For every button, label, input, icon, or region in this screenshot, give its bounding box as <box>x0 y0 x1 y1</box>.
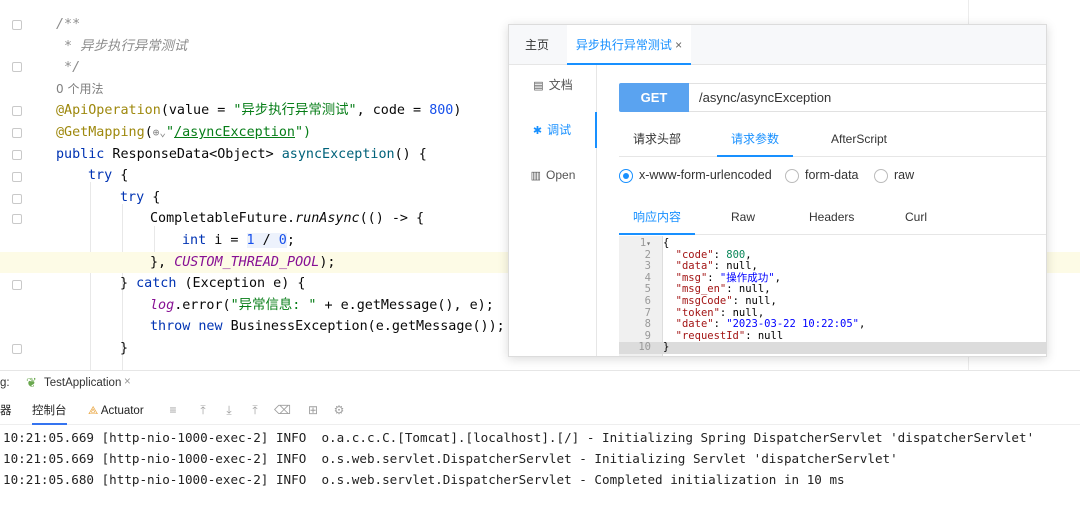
sidebar-item-debug[interactable]: ✱ 调试 <box>509 112 597 148</box>
radio-raw[interactable]: raw <box>874 167 914 187</box>
json-line-current: 10} <box>619 342 1046 354</box>
settings-icon[interactable]: ⚙ <box>332 403 346 417</box>
fold-marker-icon[interactable] <box>12 128 22 138</box>
bug-icon: ✱ <box>532 125 543 137</box>
tab-console[interactable]: 控制台 <box>32 397 67 425</box>
tab-label: 异步执行异常测试 <box>575 38 672 52</box>
response-json-viewer[interactable]: 1▾{ 2 "code": 800, 3 "data": null, 4 "ms… <box>619 236 1046 356</box>
run-label: g: <box>0 377 10 389</box>
tab-response-curl[interactable]: Curl <box>905 203 927 235</box>
log-line: 10:21:05.669 [http-nio-1000-exec-2] INFO… <box>3 451 898 466</box>
file-icon: ▥ <box>530 170 542 182</box>
comment-desc: * 异步执行异常测试 <box>56 38 188 54</box>
url-input[interactable]: /async/asyncException <box>689 83 1046 112</box>
tab-home[interactable]: 主页 <box>509 25 565 65</box>
sidebar-item-open[interactable]: ▥ Open <box>509 157 597 193</box>
run-tab-testapplication[interactable]: TestApplication <box>44 377 121 389</box>
sidebar-item-doc[interactable]: ▤ 文档 <box>509 67 597 103</box>
run-tab-bar: g: ❦ TestApplication × <box>0 371 1080 397</box>
document-icon: ▤ <box>533 80 544 92</box>
fold-marker-icon[interactable] <box>12 150 22 160</box>
run-tool-window: g: ❦ TestApplication × 器 控制台 ⟁ Actuator … <box>0 370 1080 508</box>
radio-unchecked-icon <box>874 168 888 183</box>
mapping-path-link[interactable]: /asyncException <box>174 125 295 140</box>
editor-gutter <box>0 0 42 370</box>
radio-form-urlencoded[interactable]: x-www-form-urlencoded <box>619 167 772 187</box>
fold-marker-icon[interactable] <box>12 62 22 72</box>
log-line: 10:21:05.680 [http-nio-1000-exec-2] INFO… <box>3 472 845 487</box>
radio-unchecked-icon <box>785 168 799 183</box>
fold-arrow-icon[interactable]: ▾ <box>646 239 651 248</box>
radio-checked-icon <box>619 168 633 183</box>
fold-marker-icon[interactable] <box>12 344 22 354</box>
sidebar-item-label: Open <box>546 168 576 182</box>
panel-tab-bar: 主页 异步执行异常测试 × <box>509 25 1046 65</box>
tab-response-headers[interactable]: Headers <box>809 203 854 235</box>
tab-actuator[interactable]: ⟁ Actuator <box>88 397 144 425</box>
request-tab-bar: 请求头部 请求参数 AfterScript <box>619 125 1046 157</box>
tab-server[interactable]: 器 <box>0 397 12 425</box>
tab-request-params[interactable]: 请求参数 <box>717 125 794 157</box>
panel-sidebar: ▤ 文档 ✱ 调试 ▥ Open <box>509 65 597 356</box>
tab-request-headers[interactable]: 请求头部 <box>633 125 681 157</box>
fold-marker-icon[interactable] <box>12 194 22 204</box>
download-icon[interactable]: ⤓ <box>222 403 236 417</box>
fold-marker-icon[interactable] <box>12 214 22 224</box>
tab-response-content[interactable]: 响应内容 <box>619 203 696 235</box>
scroll-up-icon[interactable]: ⤒ <box>196 403 210 417</box>
fold-marker-icon[interactable] <box>12 20 22 30</box>
globe-icon[interactable]: ⊕⌄ <box>153 126 166 139</box>
tab-response-raw[interactable]: Raw <box>731 203 755 235</box>
tab-async-exception-test[interactable]: 异步执行异常测试 × <box>567 25 691 65</box>
fold-marker-icon[interactable] <box>12 280 22 290</box>
radio-form-data[interactable]: form-data <box>785 167 859 187</box>
method-select-button[interactable]: GET <box>619 83 689 112</box>
sidebar-item-label: 文档 <box>548 78 573 92</box>
usages-hint[interactable]: 0 个用法 <box>56 82 103 96</box>
comment-open: /** <box>56 17 81 32</box>
fold-marker-icon[interactable] <box>12 106 22 116</box>
menu-icon[interactable]: ≡ <box>166 403 180 417</box>
spring-leaf-icon: ❦ <box>26 375 37 390</box>
close-icon[interactable]: × <box>124 376 131 388</box>
api-debug-panel[interactable]: 主页 异步执行异常测试 × ▤ 文档 ✱ 调试 ▥ Open GET /async/a… <box>508 24 1047 357</box>
close-icon[interactable]: × <box>675 38 682 52</box>
comment-close: */ <box>56 60 81 76</box>
fold-marker-icon[interactable] <box>12 172 22 182</box>
actuator-icon: ⟁ <box>88 405 99 417</box>
json-line: 9 "requestId": null <box>644 329 784 342</box>
sidebar-item-label: 调试 <box>547 123 572 137</box>
console-toolbar: 器 控制台 ⟁ Actuator ≡ ⤒ ⤓ ⤒ ⌫ ⊞ ⚙ <box>0 397 1080 425</box>
response-tab-bar: 响应内容 Raw Headers Curl <box>619 203 1046 235</box>
clear-icon[interactable]: ⌫ <box>274 403 291 417</box>
upload-icon[interactable]: ⤒ <box>248 403 262 417</box>
table-icon[interactable]: ⊞ <box>306 403 320 417</box>
tab-after-script[interactable]: AfterScript <box>831 125 887 157</box>
log-line: 10:21:05.669 [http-nio-1000-exec-2] INFO… <box>3 430 1035 445</box>
